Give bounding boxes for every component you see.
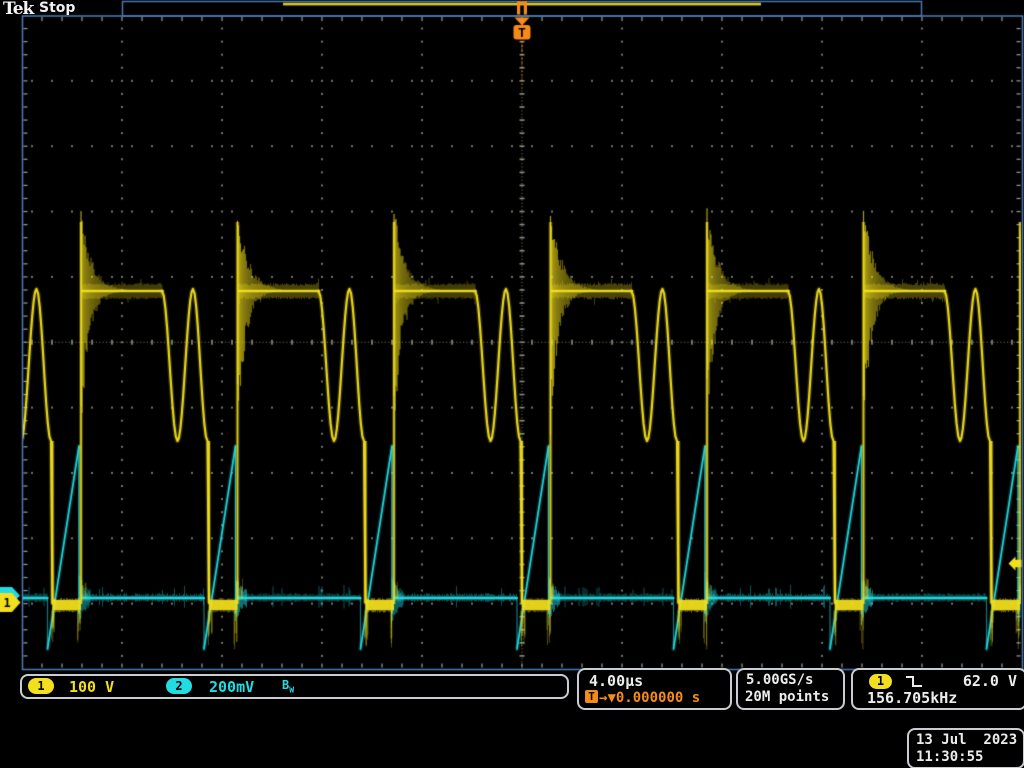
trigger-symbol-chip: T	[585, 690, 598, 703]
horizontal-readout-box[interactable]: 4.00µs T→▼0.000000 s	[577, 668, 732, 710]
acquisition-status: Stop	[39, 0, 75, 16]
trigger-readout-box[interactable]: 1 62.0 V 156.705kHz	[851, 668, 1024, 710]
trigger-source-badge[interactable]: 1	[869, 674, 892, 689]
sample-rate-readout: 5.00GS/s	[746, 672, 813, 688]
ch2-scale-readout: 200mV	[209, 678, 254, 696]
trigger-position-readout: T→▼0.000000 s	[585, 690, 700, 706]
ch2-badge[interactable]: 2	[166, 678, 192, 694]
ch1-scale-readout: 100 V	[69, 678, 114, 696]
ch1-badge[interactable]: 1	[28, 678, 54, 694]
ch2-bandwidth-limit-icon: BW	[282, 678, 294, 694]
datetime-box: 13 Jul 2023 11:30:55	[907, 728, 1024, 768]
trigger-level-readout: 62.0 V	[963, 672, 1017, 690]
falling-edge-slope-icon	[905, 674, 923, 689]
trigger-position-value: 0.000000 s	[616, 690, 700, 706]
trigger-marker-icon: ▼	[607, 690, 615, 706]
graticule-waveform-canvas[interactable]	[0, 0, 1024, 768]
oscilloscope-screen: Tek Stop 1 100 V 2 200mV BW 4.00µs T→▼0.…	[0, 0, 1024, 768]
trigger-frequency-readout: 156.705kHz	[867, 689, 957, 707]
acquisition-readout-box[interactable]: 5.00GS/s 20M points	[736, 668, 845, 710]
channel-readouts-box[interactable]: 1 100 V 2 200mV BW	[20, 674, 569, 699]
record-length-readout: 20M points	[745, 689, 829, 705]
horizontal-scale-readout: 4.00µs	[589, 672, 643, 690]
time-readout: 11:30:55	[916, 749, 983, 765]
tek-logo: Tek	[3, 0, 33, 19]
date-readout: 13 Jul 2023	[916, 732, 1017, 748]
